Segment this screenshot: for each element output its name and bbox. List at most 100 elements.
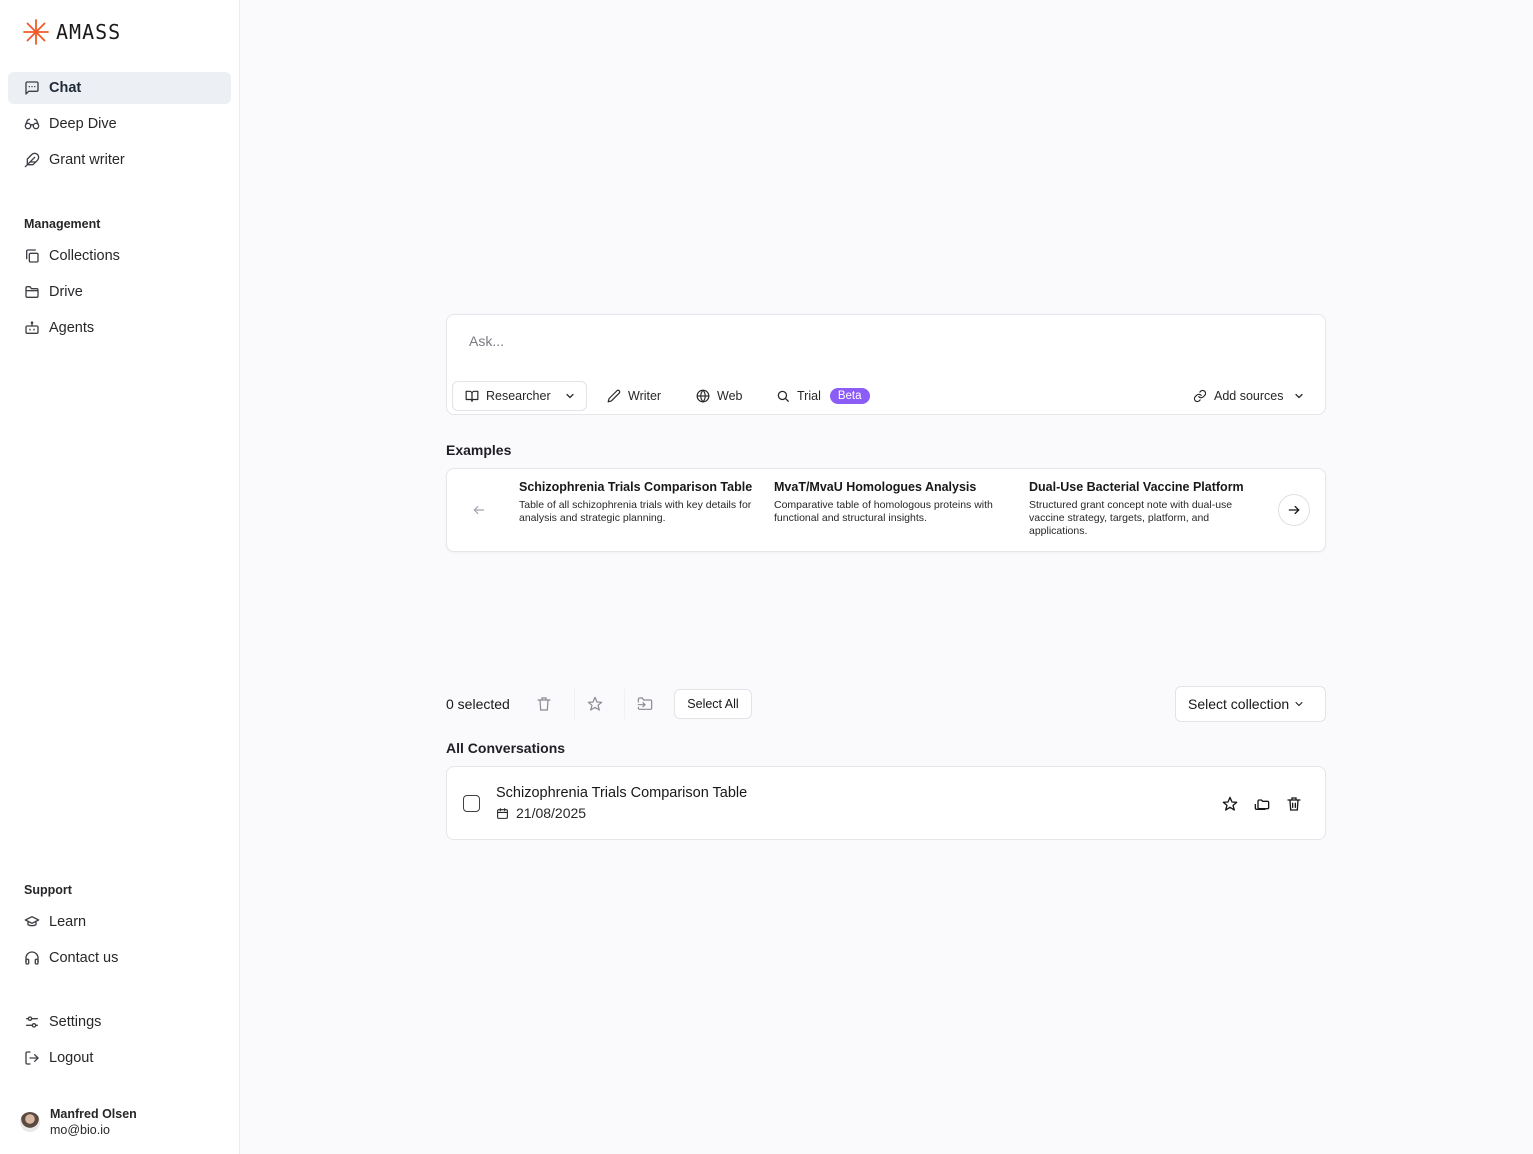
examples-title: Examples: [446, 442, 512, 458]
select-collection-label: Select collection: [1188, 696, 1290, 712]
example-title: Dual-Use Bacterial Vaccine Platform: [1029, 480, 1244, 494]
sidebar-item-label: Drive: [49, 284, 83, 300]
sidebar-item-label: Settings: [49, 1014, 102, 1030]
trash-icon: [1287, 797, 1301, 811]
bot-icon: [25, 321, 39, 334]
sidebar-item-deep-dive[interactable]: Deep Dive: [8, 108, 231, 140]
sliders-icon: [26, 1016, 38, 1028]
example-title: MvaT/MvaU Homologues Analysis: [774, 480, 977, 494]
select-all-button[interactable]: Select All: [674, 689, 752, 719]
writer-button[interactable]: Writer: [607, 381, 661, 411]
sidebar-item-contact-us[interactable]: Contact us: [8, 942, 231, 974]
example-desc: Table of all schizophrenia trials with k…: [519, 499, 752, 524]
ask-input[interactable]: [469, 333, 1289, 349]
book-open-icon: [465, 390, 479, 402]
star-icon: [1222, 796, 1238, 811]
web-button[interactable]: Web: [696, 381, 742, 411]
conversation-star-button[interactable]: [1220, 794, 1240, 814]
examples-prev-button[interactable]: [463, 494, 495, 526]
beta-badge: Beta: [829, 388, 870, 404]
sidebar-item-label: Grant writer: [49, 152, 125, 168]
conversation-collection-button[interactable]: [1252, 794, 1272, 814]
pencil-icon: [607, 389, 621, 403]
sidebar-item-agents[interactable]: Agents: [8, 312, 231, 344]
user-email: mo@bio.io: [50, 1123, 110, 1137]
avatar: [20, 1112, 40, 1132]
log-out-icon: [25, 1051, 39, 1065]
sidebar-item-grant-writer[interactable]: Grant writer: [8, 144, 231, 176]
all-conversations-title: All Conversations: [446, 740, 566, 756]
search-icon: [777, 390, 789, 402]
folders-icon: [1254, 799, 1270, 810]
conversation-toolbar: 0 selected Select All Select collection: [446, 686, 1326, 722]
examples-carousel: Schizophrenia Trials Comparison Table Ta…: [446, 468, 1326, 552]
sidebar-item-chat[interactable]: Chat: [8, 72, 231, 104]
sidebar-item-label: Deep Dive: [49, 116, 117, 132]
sidebar-item-label: Collections: [49, 248, 120, 264]
sidebar-item-label: Chat: [49, 80, 82, 96]
trial-label: Trial: [797, 389, 821, 403]
selected-count: 0 selected: [446, 696, 510, 712]
user-info: Manfred Olsen mo@bio.io: [50, 1106, 137, 1138]
bulk-move-button[interactable]: [624, 689, 664, 719]
add-sources-label: Add sources: [1214, 389, 1284, 403]
bulk-delete-button[interactable]: [524, 689, 564, 719]
glasses-icon: [24, 118, 40, 130]
trash-icon: [537, 697, 551, 711]
star-icon: [587, 696, 602, 711]
chevron-down-icon: [1295, 393, 1304, 399]
logo[interactable]: AMASS: [22, 18, 121, 46]
bulk-star-button[interactable]: [574, 689, 614, 719]
management-section-title: Management: [24, 217, 101, 231]
link-icon: [1193, 389, 1207, 403]
conversation-name: Schizophrenia Trials Comparison Table: [496, 785, 748, 801]
conversation-date: 21/08/2025: [496, 805, 586, 821]
brand-name: AMASS: [56, 20, 122, 44]
researcher-label: Researcher: [486, 389, 551, 403]
feather-icon: [24, 152, 40, 168]
writer-label: Writer: [628, 389, 662, 403]
calendar-icon: [497, 807, 508, 819]
sidebar-item-drive[interactable]: Drive: [8, 276, 231, 308]
conversation-date-text: 21/08/2025: [516, 805, 587, 821]
trial-button[interactable]: Trial Beta: [776, 381, 870, 411]
sidebar-item-settings[interactable]: Settings: [8, 1006, 231, 1038]
folder-input-icon: [637, 697, 652, 710]
example-card[interactable]: MvaT/MvaU Homologues Analysis Comparativ…: [774, 480, 1009, 525]
copy-icon: [26, 249, 39, 263]
arrow-left-icon: [473, 505, 485, 515]
ask-box: Researcher Writer Web Trial Beta Add sou…: [446, 314, 1326, 415]
researcher-mode-dropdown[interactable]: Researcher: [452, 381, 587, 411]
examples-next-button[interactable]: [1278, 494, 1310, 526]
sidebar-item-learn[interactable]: Learn: [8, 906, 231, 938]
user-profile[interactable]: Manfred Olsen mo@bio.io: [20, 1106, 137, 1138]
example-card[interactable]: Dual-Use Bacterial Vaccine Platform Stru…: [1029, 480, 1264, 538]
add-sources-dropdown[interactable]: Add sources: [1193, 381, 1305, 411]
headphones-icon: [25, 951, 39, 965]
asterisk-logo-icon: [23, 19, 49, 45]
folder-icon: [25, 286, 39, 298]
message-square-icon: [25, 81, 39, 95]
example-desc: Comparative table of homologous proteins…: [774, 499, 993, 524]
graduation-cap-icon: [24, 916, 40, 927]
support-section-title: Support: [24, 883, 72, 897]
conversation-checkbox[interactable]: [463, 795, 480, 812]
sidebar-item-logout[interactable]: Logout: [8, 1042, 231, 1074]
example-title: Schizophrenia Trials Comparison Table: [519, 480, 753, 494]
sidebar: AMASS Chat Deep Dive Grant writer Manage…: [0, 0, 240, 1154]
globe-icon: [696, 389, 710, 403]
example-desc: Structured grant concept note with dual-…: [1029, 499, 1233, 537]
chevron-down-icon: [1295, 702, 1303, 707]
web-label: Web: [717, 389, 743, 403]
example-card[interactable]: Schizophrenia Trials Comparison Table Ta…: [519, 480, 754, 525]
sidebar-item-label: Learn: [49, 914, 87, 930]
conversation-delete-button[interactable]: [1284, 794, 1304, 814]
sidebar-item-label: Contact us: [49, 950, 119, 966]
chevron-down-icon: [566, 393, 574, 399]
select-collection-dropdown[interactable]: Select collection: [1175, 686, 1326, 722]
conversation-row[interactable]: Schizophrenia Trials Comparison Table 21…: [446, 766, 1326, 840]
sidebar-item-label: Agents: [49, 320, 95, 336]
arrow-right-icon: [1288, 505, 1300, 515]
sidebar-item-collections[interactable]: Collections: [8, 240, 231, 272]
user-name: Manfred Olsen: [50, 1107, 137, 1121]
